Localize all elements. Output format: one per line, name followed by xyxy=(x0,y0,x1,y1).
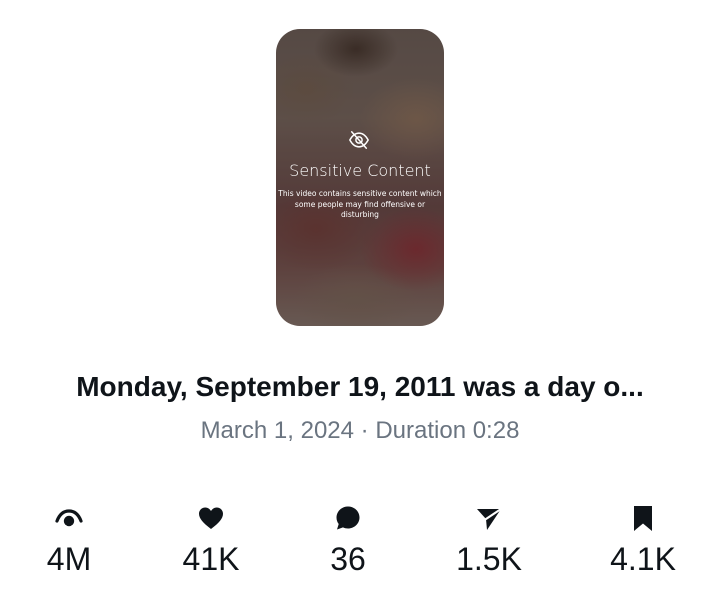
video-date: March 1, 2024 xyxy=(200,417,354,444)
eye-slash-icon xyxy=(348,131,370,149)
meta-separator: · xyxy=(360,417,369,444)
likes-stat[interactable]: 41K xyxy=(151,503,271,578)
video-title: Monday, September 19, 2011 was a day o..… xyxy=(76,371,644,402)
sensitive-content-description: This video contains sensitive content wh… xyxy=(278,189,442,219)
comments-count: 36 xyxy=(330,541,366,577)
video-duration: Duration 0:28 xyxy=(375,417,520,444)
comments-stat[interactable]: 36 xyxy=(288,503,408,578)
bookmark-icon xyxy=(634,506,652,531)
heart-icon xyxy=(199,507,223,529)
sensitive-content-title: Sensitive Content xyxy=(289,161,431,180)
likes-count: 41K xyxy=(182,541,240,577)
eye-icon xyxy=(55,509,83,527)
video-meta: March 1, 2024 · Duration 0:28 xyxy=(0,417,720,445)
shares-stat[interactable]: 1.5K xyxy=(429,503,549,578)
shares-count: 1.5K xyxy=(456,541,522,577)
saves-stat[interactable]: 4.1K xyxy=(583,503,703,578)
video-thumbnail[interactable]: Sensitive Content This video contains se… xyxy=(276,29,444,326)
saves-count: 4.1K xyxy=(610,541,676,577)
views-stat[interactable]: 4M xyxy=(9,503,129,578)
send-icon xyxy=(477,507,503,530)
comment-icon xyxy=(336,506,360,530)
views-count: 4M xyxy=(46,541,92,577)
